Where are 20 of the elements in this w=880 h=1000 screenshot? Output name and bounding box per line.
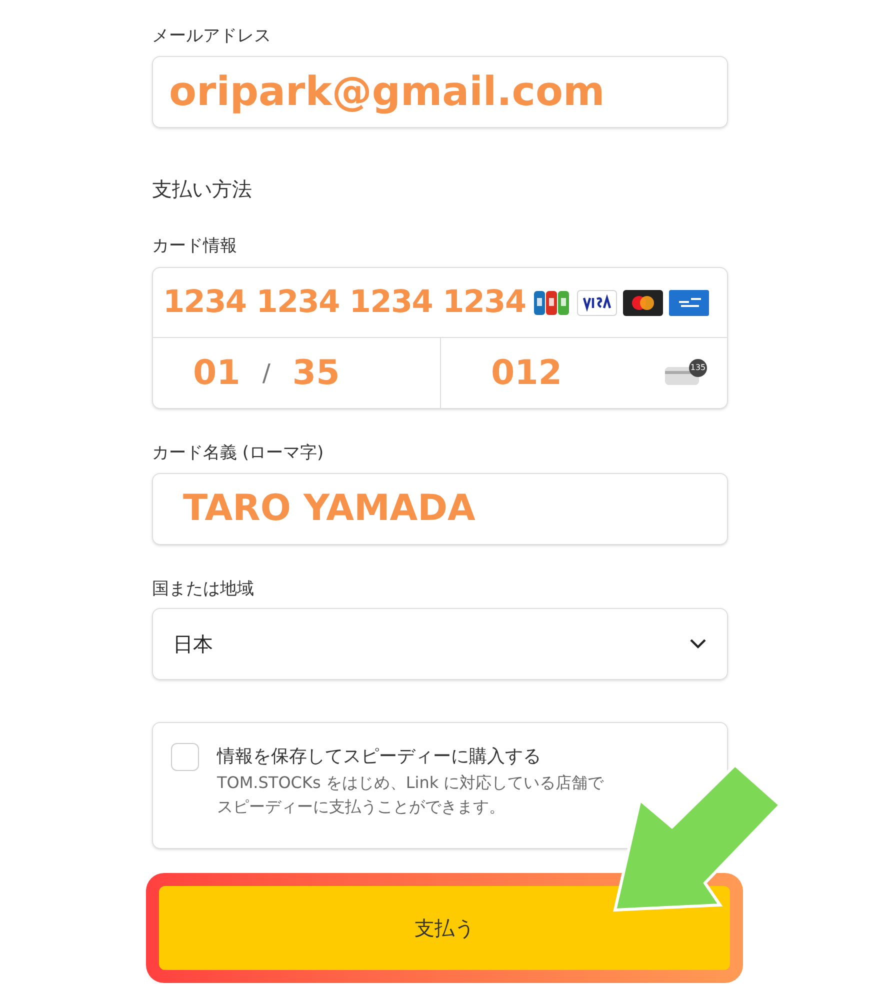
section-heading: 支払い方法 bbox=[152, 176, 253, 202]
chevron-down-icon bbox=[689, 638, 707, 650]
card-logo-icon bbox=[533, 290, 571, 316]
cvc-field[interactable]: 012 bbox=[491, 348, 562, 398]
save-info-description: TOM.STOCKs をはじめ、Link に対応している店舗で スピーディーに支払うことができます。 bbox=[217, 772, 604, 818]
card-number-field[interactable]: 1234 1234 1234 1234 bbox=[163, 279, 526, 326]
cardholder-name-field[interactable]: TARO YAMADA bbox=[152, 472, 728, 544]
country-select[interactable]: 日本 bbox=[152, 608, 728, 680]
field-label: 国または地域 bbox=[152, 578, 255, 600]
pay-button[interactable]: 支払う bbox=[159, 886, 730, 970]
field-label: カード情報 bbox=[152, 234, 238, 258]
field-label: メールアドレス bbox=[152, 25, 272, 48]
email-field[interactable]: oripark@gmail.com bbox=[152, 56, 728, 128]
card-logo-icon bbox=[669, 290, 709, 316]
card-logo-icon bbox=[623, 290, 663, 316]
field-label: カード名義 (ローマ字) bbox=[152, 442, 325, 465]
save-checkbox[interactable] bbox=[171, 743, 199, 771]
save-info-title: 情報を保存してスピーディーに購入する bbox=[217, 745, 542, 769]
card-logo-icon bbox=[577, 290, 617, 316]
expiry-field[interactable]: 01 / 35 bbox=[153, 338, 441, 408]
